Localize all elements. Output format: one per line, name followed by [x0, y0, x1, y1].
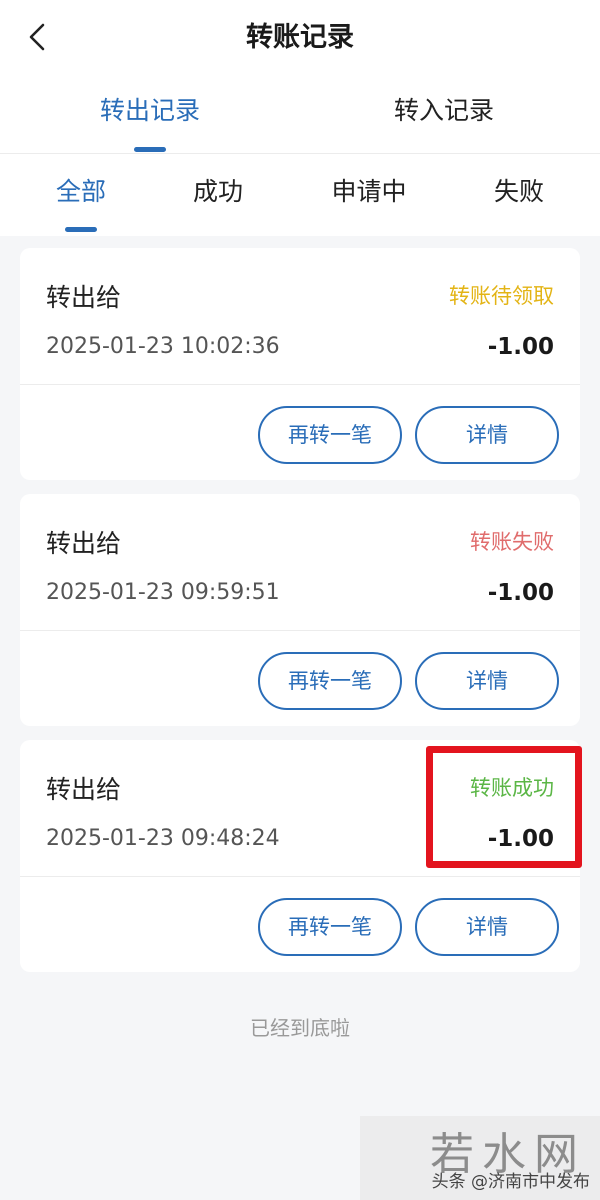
- divider: [20, 384, 580, 385]
- record-card[interactable]: 转出给 转账待领取 2025-01-23 10:02:36 -1.00 再转一笔…: [20, 248, 580, 480]
- filter-tab-failed[interactable]: 失败: [444, 154, 594, 236]
- tab-outgoing-label: 转出记录: [99, 96, 200, 125]
- highlight-annotation-box: [426, 746, 582, 868]
- tab-incoming-label: 转入记录: [393, 96, 494, 125]
- detail-button[interactable]: 详情: [415, 898, 559, 956]
- header: 转账记录: [0, 0, 600, 76]
- record-title: 转出给: [46, 283, 122, 312]
- tab-outgoing[interactable]: 转出记录: [0, 76, 300, 154]
- record-time: 2025-01-23 09:59:51: [46, 580, 280, 605]
- record-time: 2025-01-23 09:48:24: [46, 826, 280, 851]
- end-of-list-text: 已经到底啦: [250, 1016, 350, 1040]
- detail-button[interactable]: 详情: [415, 406, 559, 464]
- divider: [20, 630, 580, 631]
- record-amount: -1.00: [487, 580, 554, 606]
- detail-button[interactable]: 详情: [415, 652, 559, 710]
- divider: [20, 876, 580, 877]
- record-title: 转出给: [46, 775, 122, 804]
- filter-tab-label: 申请中: [331, 177, 407, 206]
- tab-incoming[interactable]: 转入记录: [294, 76, 594, 154]
- filter-tab-all[interactable]: 全部: [6, 154, 156, 236]
- watermark: 若水网 头条 @济南市中发布: [360, 1116, 600, 1200]
- transfer-again-button[interactable]: 再转一笔: [258, 898, 402, 956]
- record-amount: -1.00: [487, 334, 554, 360]
- record-card[interactable]: 转出给 转账失败 2025-01-23 09:59:51 -1.00 再转一笔 …: [20, 494, 580, 726]
- filter-tab-label: 成功: [192, 177, 243, 206]
- filter-tab-success[interactable]: 成功: [143, 154, 293, 236]
- tab-indicator: [134, 147, 166, 152]
- filter-tab-label: 失败: [493, 177, 544, 206]
- record-status: 转账失败: [470, 530, 554, 554]
- filter-tab-pending[interactable]: 申请中: [294, 154, 444, 236]
- page-title: 转账记录: [246, 22, 354, 53]
- record-time: 2025-01-23 10:02:36: [46, 334, 280, 359]
- filter-tab-label: 全部: [55, 177, 106, 206]
- filter-tabs: 全部 成功 申请中 失败: [0, 154, 600, 236]
- transfer-again-button[interactable]: 再转一笔: [258, 652, 402, 710]
- record-title: 转出给: [46, 529, 122, 558]
- filter-tab-indicator: [65, 227, 97, 232]
- record-status: 转账待领取: [449, 284, 554, 308]
- main-tabs: 转出记录 转入记录: [0, 76, 600, 154]
- watermark-text: 头条 @济南市中发布: [431, 1172, 590, 1192]
- transfer-again-button[interactable]: 再转一笔: [258, 406, 402, 464]
